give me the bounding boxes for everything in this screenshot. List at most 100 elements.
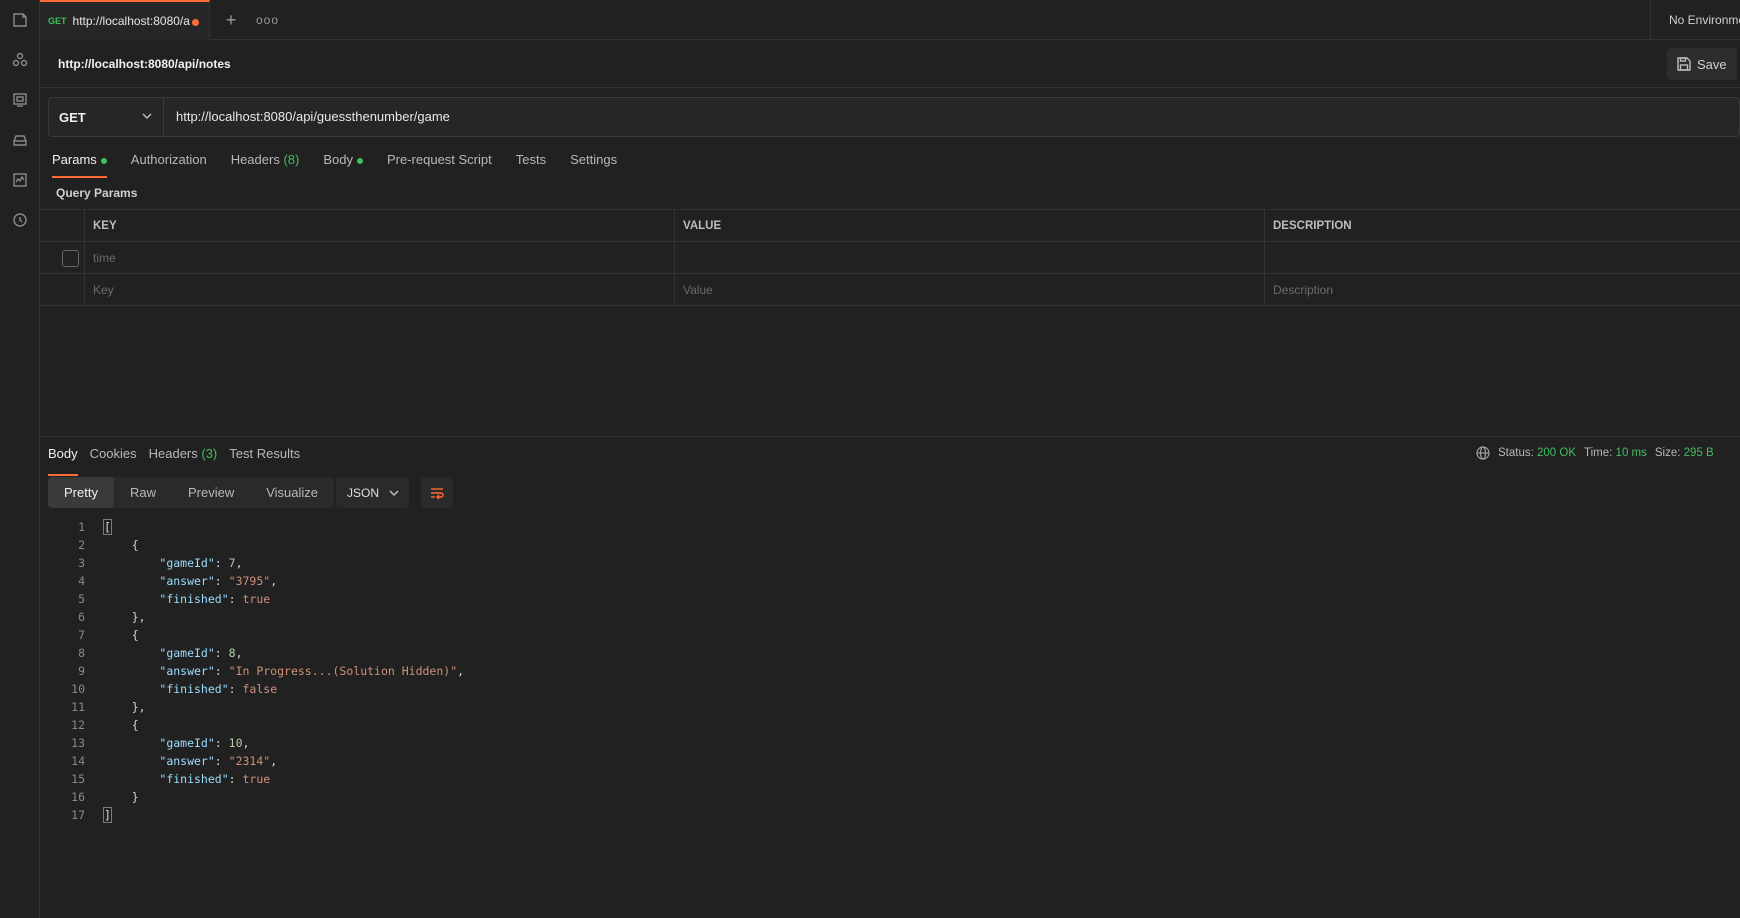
headers-count: (8)	[283, 152, 300, 167]
table-header-row: KEY VALUE DESCRIPTION	[40, 210, 1740, 242]
code-line: 15 "finished": true	[40, 770, 1740, 788]
param-value-input[interactable]	[674, 242, 1264, 274]
method-select[interactable]: GET	[49, 98, 164, 136]
format-value: JSON	[347, 485, 380, 500]
code-line: 5 "finished": true	[40, 590, 1740, 608]
tab-pre-request-script[interactable]: Pre-request Script	[387, 150, 492, 178]
status-value[interactable]: 200 OK	[1537, 447, 1576, 459]
method-value: GET	[59, 109, 86, 125]
code-line: 8 "gameId": 8,	[40, 644, 1740, 662]
globe-icon[interactable]	[1476, 446, 1490, 460]
param-checkbox[interactable]	[62, 250, 79, 267]
time-label: Time:	[1584, 447, 1613, 459]
save-button[interactable]: Save	[1667, 48, 1737, 80]
view-preview-button[interactable]: Preview	[172, 477, 250, 508]
more-tabs-button[interactable]: ooo	[256, 11, 278, 29]
table-row: time	[40, 242, 1740, 274]
tab-authorization[interactable]: Authorization	[131, 150, 207, 178]
environment-selector[interactable]: No Environme	[1650, 0, 1740, 40]
wrap-lines-button[interactable]	[421, 477, 453, 508]
response-tab-headers[interactable]: Headers (3)	[149, 446, 218, 468]
line-number: 11	[71, 700, 85, 714]
line-number: 5	[78, 592, 85, 606]
code-line: 13 "gameId": 10,	[40, 734, 1740, 752]
environments-icon[interactable]	[11, 91, 29, 109]
line-number: 6	[78, 610, 85, 624]
value-header: VALUE	[674, 210, 1264, 242]
param-description-input[interactable]	[1264, 242, 1740, 274]
line-text: }	[104, 790, 139, 804]
line-number: 10	[71, 682, 85, 696]
response-tab-cookies[interactable]: Cookies	[90, 446, 137, 468]
tab-headers[interactable]: Headers (8)	[231, 150, 300, 178]
url-input[interactable]: http://localhost:8080/api/guessthenumber…	[176, 109, 450, 124]
tab-tests[interactable]: Tests	[516, 150, 546, 178]
size-label: Size:	[1654, 447, 1681, 459]
new-value-input[interactable]: Value	[674, 274, 1264, 306]
line-number: 4	[78, 574, 85, 588]
collections-icon[interactable]	[11, 11, 29, 29]
code-line: 10 "finished": false	[40, 680, 1740, 698]
tab-pre-request-label: Pre-request Script	[386, 152, 492, 167]
query-params-table: KEY VALUE DESCRIPTION time Key Value Des…	[40, 209, 1740, 306]
view-pretty-button[interactable]: Pretty	[48, 477, 114, 508]
response-tab-test-results[interactable]: Test Results	[229, 446, 300, 468]
line-number: 14	[71, 754, 85, 768]
code-line: 4 "answer": "3795",	[40, 572, 1740, 590]
param-key-input[interactable]: time	[84, 242, 674, 274]
line-text: ]	[103, 807, 112, 823]
key-header: KEY	[84, 210, 674, 242]
add-tab-button[interactable]: +	[222, 11, 240, 29]
request-name[interactable]: http://localhost:8080/api/notes	[58, 57, 231, 71]
request-header: http://localhost:8080/api/notes Save	[40, 40, 1740, 88]
tab-bar: GET http://localhost:8080/a + ooo No Env…	[40, 0, 1740, 40]
view-visualize-button[interactable]: Visualize	[250, 477, 334, 508]
tab-tests-label: Tests	[515, 152, 547, 167]
description-header: DESCRIPTION	[1264, 210, 1740, 242]
save-label: Save	[1697, 56, 1727, 72]
mock-servers-icon[interactable]	[11, 131, 29, 149]
save-icon	[1677, 57, 1691, 71]
response-divider[interactable]	[40, 436, 1740, 437]
tab-body[interactable]: Body	[323, 150, 363, 178]
workspace: GET http://localhost:8080/a + ooo No Env…	[40, 0, 1740, 918]
line-number: 9	[78, 664, 85, 678]
line-number: 17	[71, 808, 85, 822]
new-description-input[interactable]: Description	[1264, 274, 1740, 306]
line-number: 15	[71, 772, 85, 786]
code-line: 1[	[40, 518, 1740, 536]
history-icon[interactable]	[11, 211, 29, 229]
tab-body-label: Body	[323, 152, 353, 167]
response-tab-body[interactable]: Body	[48, 446, 78, 476]
format-select[interactable]: JSON	[336, 477, 409, 508]
response-body-code[interactable]: 1[2 {3 "gameId": 7, 4 "answer": "3795", 5 …	[40, 518, 1740, 824]
time-value[interactable]: 10 ms	[1616, 447, 1647, 459]
new-key-input[interactable]: Key	[84, 274, 674, 306]
monitors-icon[interactable]	[11, 171, 29, 189]
tab-settings[interactable]: Settings	[570, 150, 617, 178]
line-text: "finished": true	[159, 592, 271, 606]
request-tab[interactable]: GET http://localhost:8080/a	[40, 0, 210, 40]
line-number: 1	[78, 520, 85, 534]
params-dot-icon	[100, 157, 107, 164]
tab-params[interactable]: Params	[52, 150, 107, 178]
status-label: Status:	[1498, 447, 1534, 459]
code-line: 12 {	[40, 716, 1740, 734]
response-headers-label: Headers	[148, 446, 198, 461]
apis-icon[interactable]	[11, 51, 29, 69]
line-text: "gameId": 8,	[159, 646, 243, 660]
tab-params-label: Params	[52, 152, 97, 167]
line-text: "finished": true	[159, 772, 271, 786]
code-line: 3 "gameId": 7,	[40, 554, 1740, 572]
wrap-lines-icon	[431, 487, 444, 499]
code-line: 16 }	[40, 788, 1740, 806]
size-value[interactable]: 295 B	[1684, 447, 1714, 459]
unsaved-dot-icon	[192, 19, 199, 26]
url-bar: GET http://localhost:8080/api/guessthenu…	[48, 97, 1740, 137]
view-raw-button[interactable]: Raw	[114, 477, 172, 508]
tab-headers-label: Headers	[230, 152, 280, 167]
response-test-results-label: Test Results	[229, 446, 301, 461]
line-number: 16	[71, 790, 85, 804]
request-tabs: Params Authorization Headers (8) Body Pr…	[52, 150, 617, 178]
tab-method: GET	[48, 16, 67, 26]
